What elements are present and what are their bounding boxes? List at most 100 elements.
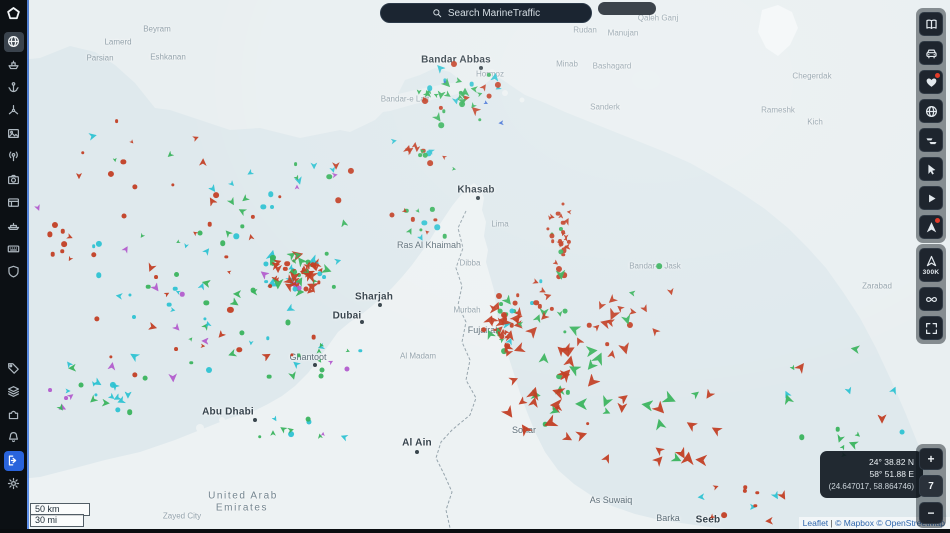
vessel-marker[interactable] bbox=[561, 202, 565, 206]
vessel-marker[interactable] bbox=[531, 389, 542, 400]
vessel-marker[interactable] bbox=[575, 398, 587, 410]
vessel-marker[interactable] bbox=[271, 275, 279, 283]
favorites-button[interactable] bbox=[919, 70, 943, 94]
vessel-marker[interactable] bbox=[247, 233, 254, 240]
vessel-marker[interactable] bbox=[153, 275, 158, 280]
vessel-marker[interactable] bbox=[183, 243, 189, 249]
vessel-marker[interactable] bbox=[192, 134, 200, 142]
vessel-marker[interactable] bbox=[199, 158, 207, 166]
vessel-marker[interactable] bbox=[423, 152, 428, 158]
vessel-marker[interactable] bbox=[434, 224, 440, 230]
vessel-marker[interactable] bbox=[302, 268, 310, 276]
vessel-marker[interactable] bbox=[148, 322, 158, 332]
vessel-marker[interactable] bbox=[418, 153, 422, 157]
vessel-marker[interactable] bbox=[605, 342, 609, 346]
vessel-marker[interactable] bbox=[112, 393, 122, 403]
vessel-marker[interactable] bbox=[283, 266, 288, 272]
vessel-marker[interactable] bbox=[266, 374, 272, 380]
vessel-marker[interactable] bbox=[107, 171, 114, 178]
vessel-marker[interactable] bbox=[502, 295, 515, 308]
vessel-marker[interactable] bbox=[483, 100, 489, 106]
vessel-marker[interactable] bbox=[236, 346, 242, 353]
vessel-marker[interactable] bbox=[121, 245, 130, 254]
vessel-marker[interactable] bbox=[319, 367, 325, 373]
vessel-marker[interactable] bbox=[667, 288, 675, 296]
vessel-marker[interactable] bbox=[854, 431, 862, 439]
vessel-marker[interactable] bbox=[48, 388, 53, 392]
vessel-marker[interactable] bbox=[652, 452, 666, 466]
vessel-marker[interactable] bbox=[495, 327, 501, 333]
vessel-marker[interactable] bbox=[432, 112, 444, 124]
vessel-marker[interactable] bbox=[765, 517, 773, 525]
vessel-marker[interactable] bbox=[115, 292, 123, 300]
vessel-marker[interactable] bbox=[452, 166, 457, 171]
vessel-marker[interactable] bbox=[228, 179, 236, 187]
vessel-marker[interactable] bbox=[443, 79, 448, 84]
vessel-marker[interactable] bbox=[291, 269, 297, 275]
vessel-marker[interactable] bbox=[201, 321, 211, 331]
vessel-marker[interactable] bbox=[301, 270, 306, 275]
vessel-marker[interactable] bbox=[561, 247, 567, 253]
vessel-marker[interactable] bbox=[605, 317, 615, 327]
vessel-marker[interactable] bbox=[391, 137, 398, 144]
vessel-marker[interactable] bbox=[533, 300, 540, 306]
vessel-marker[interactable] bbox=[335, 197, 341, 203]
vessel-marker[interactable] bbox=[771, 491, 781, 501]
vessel-marker[interactable] bbox=[269, 254, 276, 261]
vessel-marker[interactable] bbox=[206, 195, 218, 207]
vessel-marker[interactable] bbox=[491, 300, 502, 311]
vessel-marker[interactable] bbox=[313, 265, 320, 272]
vessel-marker[interactable] bbox=[550, 399, 562, 411]
vessel-marker[interactable] bbox=[91, 244, 96, 249]
vessel-marker[interactable] bbox=[509, 310, 524, 325]
vessel-marker[interactable] bbox=[461, 87, 470, 96]
vessel-marker[interactable] bbox=[495, 318, 506, 329]
vessel-marker[interactable] bbox=[322, 275, 327, 280]
vessel-marker[interactable] bbox=[171, 183, 175, 187]
vessel-marker[interactable] bbox=[498, 120, 504, 126]
vessel-marker[interactable] bbox=[552, 405, 560, 413]
vessel-marker[interactable] bbox=[292, 280, 300, 288]
vessel-marker[interactable] bbox=[555, 265, 562, 272]
vessel-marker[interactable] bbox=[128, 293, 132, 297]
vessel-marker[interactable] bbox=[563, 343, 577, 357]
vessel-marker[interactable] bbox=[671, 453, 684, 466]
vessel-marker[interactable] bbox=[598, 317, 610, 329]
vessel-marker[interactable] bbox=[264, 276, 279, 291]
vessel-marker[interactable] bbox=[505, 337, 514, 346]
nav-ports[interactable] bbox=[4, 78, 24, 98]
vessel-marker[interactable] bbox=[532, 278, 539, 285]
leaflet-link[interactable]: Leaflet bbox=[803, 518, 829, 528]
vessel-marker[interactable] bbox=[549, 233, 555, 239]
vessel-marker[interactable] bbox=[239, 330, 245, 336]
vessel-marker[interactable] bbox=[558, 241, 564, 247]
nav-security[interactable] bbox=[4, 262, 24, 282]
vessel-marker[interactable] bbox=[628, 289, 635, 296]
vessel-marker[interactable] bbox=[403, 144, 413, 154]
vessel-marker[interactable] bbox=[499, 337, 506, 344]
vessel-marker[interactable] bbox=[120, 159, 126, 165]
vessel-marker[interactable] bbox=[131, 314, 136, 319]
vessel-marker[interactable] bbox=[166, 302, 172, 307]
vessel-marker[interactable] bbox=[172, 322, 182, 332]
vessel-marker[interactable] bbox=[291, 258, 297, 264]
vessel-marker[interactable] bbox=[294, 175, 301, 182]
vessel-marker[interactable] bbox=[266, 249, 279, 262]
vessel-marker[interactable] bbox=[229, 297, 241, 309]
vessel-marker[interactable] bbox=[124, 392, 132, 400]
vessel-marker[interactable] bbox=[517, 421, 533, 437]
vessel-marker[interactable] bbox=[583, 373, 601, 391]
vessel-marker[interactable] bbox=[545, 226, 550, 231]
playback-button[interactable] bbox=[919, 186, 943, 210]
vessel-marker[interactable] bbox=[64, 359, 73, 368]
vessel-marker[interactable] bbox=[576, 428, 590, 442]
vessel-marker[interactable] bbox=[427, 160, 433, 167]
vessel-marker[interactable] bbox=[310, 259, 321, 270]
vessel-marker[interactable] bbox=[512, 342, 526, 356]
vessel-marker[interactable] bbox=[292, 276, 300, 284]
vessel-marker[interactable] bbox=[126, 409, 133, 416]
vessel-marker[interactable] bbox=[441, 153, 447, 159]
vessel-marker[interactable] bbox=[271, 259, 282, 270]
vessel-marker[interactable] bbox=[649, 326, 660, 337]
vessel-marker[interactable] bbox=[402, 207, 408, 213]
